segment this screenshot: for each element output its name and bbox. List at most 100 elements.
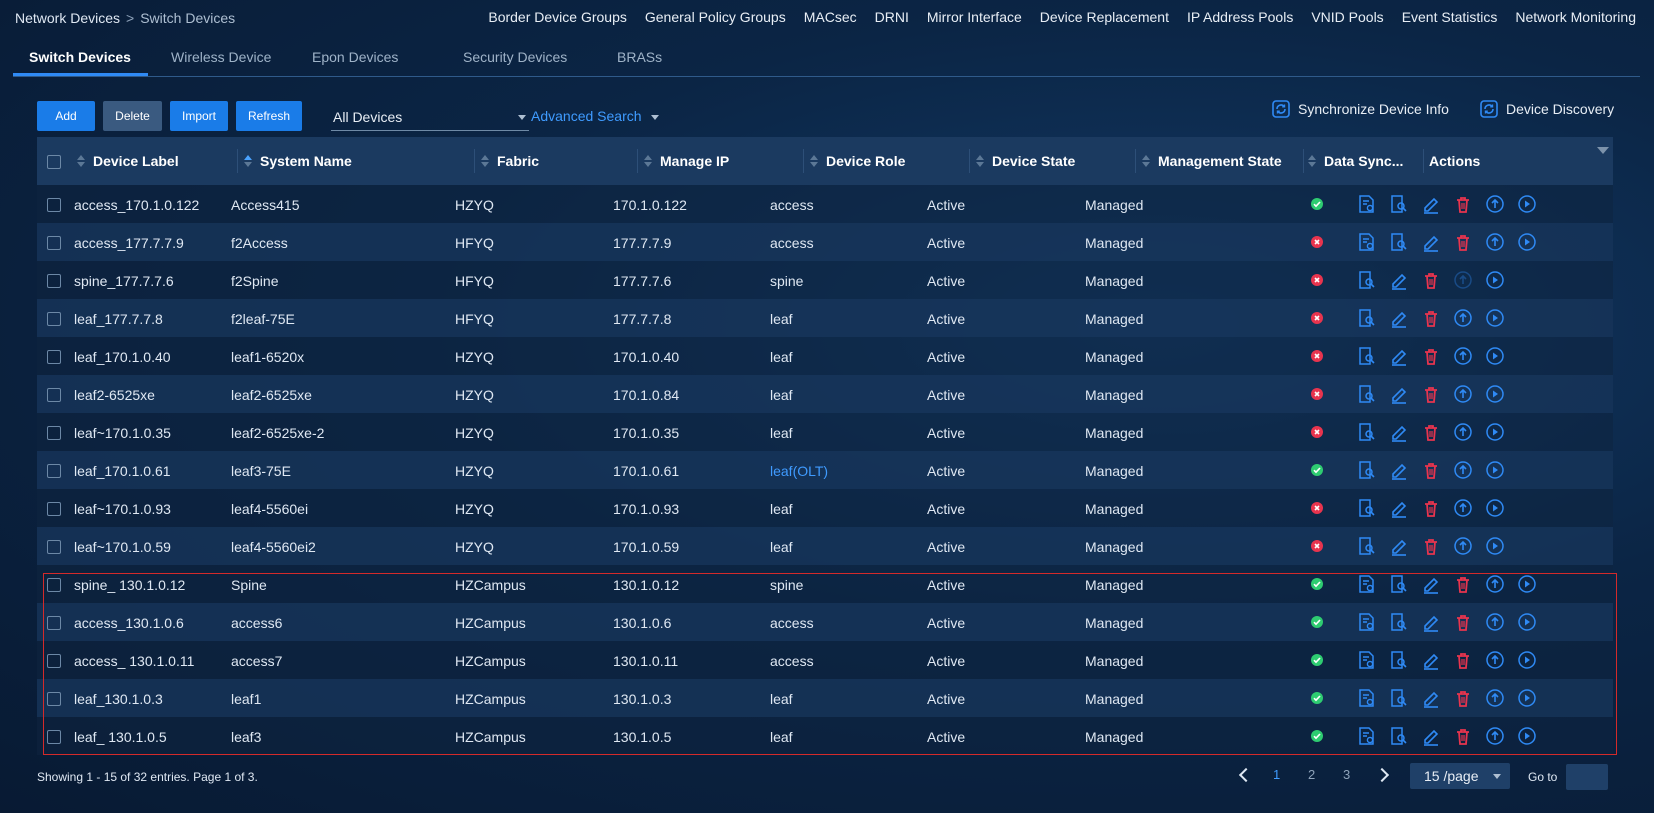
upload-icon[interactable] [1453,498,1473,518]
delete-icon[interactable] [1453,194,1473,214]
upload-icon[interactable] [1453,422,1473,442]
edit-icon[interactable] [1389,422,1409,442]
row-checkbox[interactable] [47,578,61,592]
run-icon[interactable] [1517,574,1537,594]
run-icon[interactable] [1517,726,1537,746]
edit-icon[interactable] [1389,460,1409,480]
filter-icon[interactable] [1597,147,1609,154]
run-icon[interactable] [1517,688,1537,708]
view-detail-icon[interactable] [1389,688,1409,708]
upload-icon[interactable] [1453,384,1473,404]
edit-icon[interactable] [1421,688,1441,708]
edit-icon[interactable] [1421,194,1441,214]
top-nav-item[interactable]: IP Address Pools [1187,9,1293,25]
top-nav-item[interactable]: Event Statistics [1402,9,1498,25]
upload-icon[interactable] [1453,460,1473,480]
edit-icon[interactable] [1389,308,1409,328]
view-detail-icon[interactable] [1389,650,1409,670]
device-role-cell[interactable]: leaf(OLT) [770,463,828,479]
top-nav-item[interactable]: MACsec [804,9,857,25]
view-detail-icon[interactable] [1357,422,1377,442]
view-detail-icon[interactable] [1357,460,1377,480]
run-icon[interactable] [1485,270,1505,290]
edit-icon[interactable] [1421,650,1441,670]
delete-icon[interactable] [1421,384,1441,404]
delete-icon[interactable] [1421,460,1441,480]
table-row[interactable]: access_170.1.0.122 Access415 HZYQ 170.1.0.1… [37,185,1613,223]
tab-brass[interactable]: BRASs [617,49,662,65]
edit-icon[interactable] [1389,270,1409,290]
row-checkbox[interactable] [47,464,61,478]
delete-icon[interactable] [1453,650,1473,670]
run-icon[interactable] [1517,194,1537,214]
edit-icon[interactable] [1389,384,1409,404]
device-filter-select[interactable]: All Devices [331,104,529,131]
delete-icon[interactable] [1453,688,1473,708]
breadcrumb-parent[interactable]: Network Devices [15,10,120,26]
upload-icon[interactable] [1485,650,1505,670]
run-icon[interactable] [1485,346,1505,366]
top-nav-item[interactable]: VNID Pools [1311,9,1383,25]
row-checkbox[interactable] [47,198,61,212]
edit-icon[interactable] [1421,726,1441,746]
view-detail-icon[interactable] [1389,194,1409,214]
table-row[interactable]: spine_177.7.7.6 f2Spine HFYQ 177.7.7.6 spine… [37,261,1613,299]
table-row[interactable]: access_130.1.0.6 access6 HZCampus 130.1.0.6… [37,603,1613,641]
run-icon[interactable] [1517,612,1537,632]
device-config-icon[interactable] [1357,194,1377,214]
delete-icon[interactable] [1421,308,1441,328]
view-detail-icon[interactable] [1357,384,1377,404]
column-system-name[interactable]: System Name [244,153,352,169]
delete-icon[interactable] [1421,346,1441,366]
upload-icon[interactable] [1453,308,1473,328]
upload-icon[interactable] [1485,194,1505,214]
table-row[interactable]: leaf~170.1.0.35 leaf2-6525xe-2 HZYQ 170.1.0… [37,413,1613,451]
run-icon[interactable] [1485,308,1505,328]
device-discovery-button[interactable]: Device Discovery [1480,100,1614,118]
view-detail-icon[interactable] [1389,726,1409,746]
add-button[interactable]: Add [37,101,95,131]
table-row[interactable]: leaf2-6525xe leaf2-6525xe HZYQ 170.1.0.84 le… [37,375,1613,413]
device-config-icon[interactable] [1357,688,1377,708]
row-checkbox[interactable] [47,236,61,250]
table-row[interactable]: access_ 130.1.0.11 access7 HZCampus 130.1.0… [37,641,1613,679]
refresh-button[interactable]: Refresh [236,101,302,131]
tab-wireless-device[interactable]: Wireless Device [171,49,271,65]
upload-icon[interactable] [1485,574,1505,594]
row-checkbox[interactable] [47,426,61,440]
row-checkbox[interactable] [47,388,61,402]
delete-icon[interactable] [1421,536,1441,556]
view-detail-icon[interactable] [1389,232,1409,252]
delete-icon[interactable] [1453,726,1473,746]
run-icon[interactable] [1517,232,1537,252]
tab-switch-devices[interactable]: Switch Devices [29,49,131,65]
column-fabric[interactable]: Fabric [481,153,539,169]
synchronize-device-info-button[interactable]: Synchronize Device Info [1272,100,1449,118]
upload-icon[interactable] [1485,688,1505,708]
run-icon[interactable] [1517,650,1537,670]
delete-icon[interactable] [1453,232,1473,252]
run-icon[interactable] [1485,536,1505,556]
edit-icon[interactable] [1421,574,1441,594]
import-button[interactable]: Import [170,101,228,131]
page-1-link[interactable]: 1 [1273,767,1280,782]
upload-icon[interactable] [1485,612,1505,632]
delete-icon[interactable] [1421,270,1441,290]
run-icon[interactable] [1485,422,1505,442]
row-checkbox[interactable] [47,730,61,744]
run-icon[interactable] [1485,498,1505,518]
top-nav-item[interactable]: Border Device Groups [488,9,627,25]
edit-icon[interactable] [1389,346,1409,366]
run-icon[interactable] [1485,384,1505,404]
column-data-sync[interactable]: Data Sync... [1308,153,1403,169]
edit-icon[interactable] [1421,612,1441,632]
page-3-link[interactable]: 3 [1343,767,1350,782]
delete-icon[interactable] [1421,498,1441,518]
column-device-label[interactable]: Device Label [77,153,179,169]
column-manage-ip[interactable]: Manage IP [644,153,729,169]
column-management-state[interactable]: Management State [1142,153,1282,169]
edit-icon[interactable] [1389,536,1409,556]
top-nav-item[interactable]: DRNI [875,9,909,25]
device-config-icon[interactable] [1357,650,1377,670]
view-detail-icon[interactable] [1389,612,1409,632]
